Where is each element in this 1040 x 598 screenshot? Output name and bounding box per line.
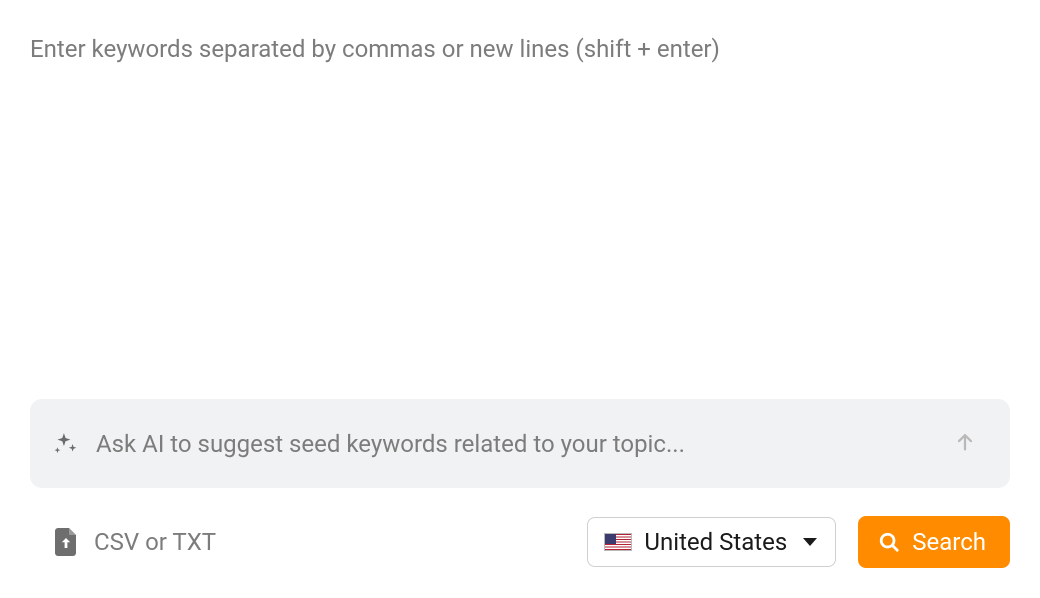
- country-selected-label: United States: [644, 528, 787, 556]
- country-select[interactable]: United States: [587, 517, 836, 567]
- ai-suggest-input[interactable]: [96, 430, 932, 458]
- sparkle-icon: [52, 431, 78, 457]
- search-button[interactable]: Search: [858, 516, 1010, 568]
- chevron-down-icon: [803, 538, 817, 546]
- search-button-label: Search: [912, 528, 986, 556]
- file-upload-icon: [54, 528, 78, 556]
- bottom-toolbar: CSV or TXT United States Search: [30, 516, 1010, 568]
- keywords-textarea[interactable]: [30, 32, 1010, 379]
- ai-send-button[interactable]: [950, 427, 980, 460]
- arrow-up-icon: [954, 431, 976, 456]
- ai-suggest-bar: [30, 399, 1010, 488]
- upload-label: CSV or TXT: [94, 528, 216, 556]
- flag-us-icon: [604, 533, 632, 551]
- search-icon: [878, 531, 900, 553]
- upload-file-button[interactable]: CSV or TXT: [30, 528, 216, 556]
